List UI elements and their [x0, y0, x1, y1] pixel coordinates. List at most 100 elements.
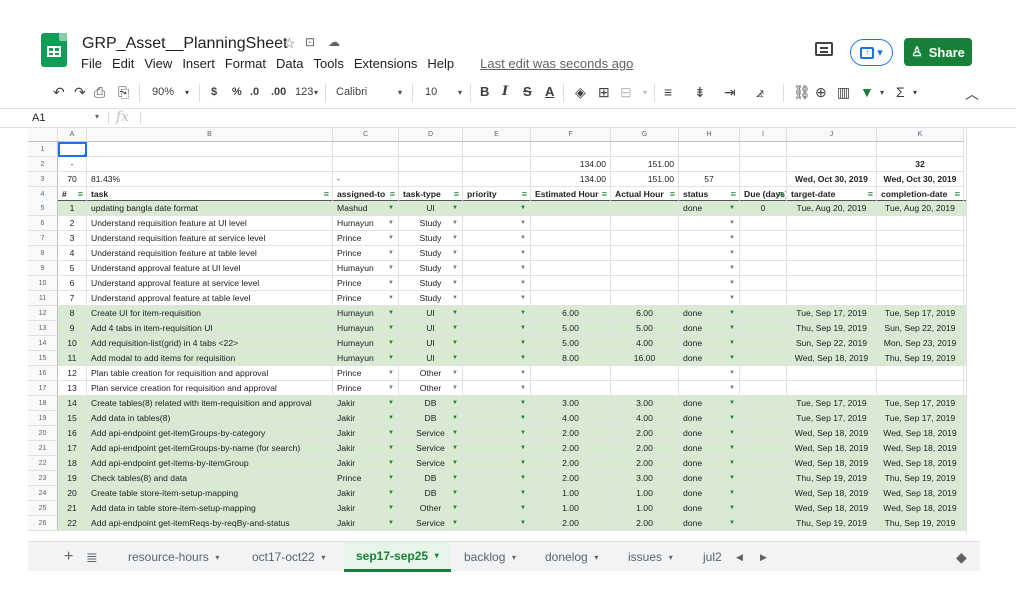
- dropdown-arrow-icon[interactable]: ▼: [388, 250, 394, 256]
- font-size-chevron-icon[interactable]: ▾: [458, 88, 462, 97]
- due-days-cell[interactable]: [740, 411, 787, 426]
- column-header-b[interactable]: B: [87, 128, 333, 142]
- actual-hour-cell[interactable]: 4.00: [611, 411, 679, 426]
- task-number-cell[interactable]: 17: [58, 441, 87, 456]
- dropdown-arrow-icon[interactable]: ▼: [452, 430, 458, 436]
- target-date-cell[interactable]: Tue, Sep 17, 2019: [787, 396, 877, 411]
- menu-data[interactable]: Data: [276, 56, 303, 71]
- functions-icon[interactable]: Σ: [896, 84, 905, 100]
- task-type-cell[interactable]: Service ▼: [399, 441, 463, 456]
- target-date-cell[interactable]: Thu, Sep 19, 2019: [787, 471, 877, 486]
- filter-icon[interactable]: ≡: [731, 189, 736, 199]
- dropdown-arrow-icon[interactable]: ▼: [729, 430, 735, 436]
- row-header[interactable]: 22: [28, 456, 58, 471]
- dropdown-arrow-icon[interactable]: ▼: [452, 280, 458, 286]
- row-header[interactable]: 26: [28, 516, 58, 531]
- font-chevron-icon[interactable]: ▾: [398, 88, 402, 97]
- target-date-cell[interactable]: Wed, Sep 18, 2019: [787, 351, 877, 366]
- font-size-select[interactable]: 10: [425, 86, 437, 98]
- summary-cell[interactable]: 134.00: [531, 172, 611, 187]
- column-header-j[interactable]: J: [787, 128, 877, 142]
- row-header[interactable]: 23: [28, 471, 58, 486]
- target-date-cell[interactable]: [787, 216, 877, 231]
- task-type-cell[interactable]: Other ▼: [399, 381, 463, 396]
- dropdown-arrow-icon[interactable]: ▼: [388, 340, 394, 346]
- column-title-cell[interactable]: target-date ≡: [787, 187, 877, 202]
- priority-cell[interactable]: ▼: [463, 516, 531, 531]
- grid-cell[interactable]: [740, 157, 787, 172]
- task-cell[interactable]: Add api-endpoint get-itemReqs-by-reqBy-a…: [87, 516, 333, 531]
- tab-oct17-oct22[interactable]: oct17-oct22 ▾: [252, 542, 325, 572]
- estimated-hour-cell[interactable]: 8.00: [531, 351, 611, 366]
- column-header-h[interactable]: H: [679, 128, 740, 142]
- dropdown-arrow-icon[interactable]: ▼: [388, 295, 394, 301]
- grid-cell[interactable]: [333, 157, 399, 172]
- priority-cell[interactable]: ▼: [463, 231, 531, 246]
- task-cell[interactable]: Add requisition-list(grid) in 4 tabs <22…: [87, 336, 333, 351]
- task-number-cell[interactable]: 4: [58, 246, 87, 261]
- dropdown-arrow-icon[interactable]: ▼: [729, 355, 735, 361]
- percent-button[interactable]: %: [232, 86, 242, 98]
- spreadsheet-grid[interactable]: A B C D E F G H I J K 1 2 3 4 5 6 7 8 9 10 11 12 13 14 15 16 17 18 19…: [28, 128, 980, 534]
- target-date-cell[interactable]: Thu, Sep 19, 2019: [787, 321, 877, 336]
- dropdown-arrow-icon[interactable]: ▼: [520, 430, 526, 436]
- dropdown-arrow-icon[interactable]: ▼: [388, 475, 394, 481]
- assigned-to-cell[interactable]: Prince ▼: [333, 381, 399, 396]
- task-number-cell[interactable]: 18: [58, 456, 87, 471]
- filter-icon[interactable]: ≡: [670, 189, 675, 199]
- task-type-cell[interactable]: DB ▼: [399, 471, 463, 486]
- summary-cell[interactable]: -: [333, 172, 399, 187]
- completion-date-cell[interactable]: [877, 246, 964, 261]
- insert-link-icon[interactable]: ⛓: [793, 84, 811, 101]
- estimated-hour-cell[interactable]: 2.00: [531, 426, 611, 441]
- grid-cell[interactable]: [87, 142, 333, 157]
- priority-cell[interactable]: ▼: [463, 216, 531, 231]
- zoom-chevron-icon[interactable]: ▾: [185, 88, 189, 97]
- task-type-cell[interactable]: DB ▼: [399, 396, 463, 411]
- actual-hour-cell[interactable]: 4.00: [611, 336, 679, 351]
- target-date-cell[interactable]: Wed, Sep 18, 2019: [787, 501, 877, 516]
- completion-date-cell[interactable]: [877, 291, 964, 306]
- dropdown-arrow-icon[interactable]: ▼: [729, 340, 735, 346]
- column-title-cell[interactable]: Due (days) ≡: [740, 187, 787, 202]
- dropdown-arrow-icon[interactable]: ▼: [520, 220, 526, 226]
- summary-cell[interactable]: 151.00: [611, 172, 679, 187]
- status-cell[interactable]: done ▼: [679, 336, 740, 351]
- dropdown-arrow-icon[interactable]: ▼: [452, 445, 458, 451]
- assigned-to-cell[interactable]: Jakir ▼: [333, 456, 399, 471]
- task-cell[interactable]: Understand requisition feature at UI lev…: [87, 216, 333, 231]
- assigned-to-cell[interactable]: Jakir ▼: [333, 501, 399, 516]
- estimated-hour-cell[interactable]: [531, 201, 611, 216]
- assigned-to-cell[interactable]: Jakir ▼: [333, 426, 399, 441]
- task-number-cell[interactable]: 12: [58, 366, 87, 381]
- number-format-chevron-icon[interactable]: ▾: [314, 88, 318, 97]
- column-header-d[interactable]: D: [399, 128, 463, 142]
- dropdown-arrow-icon[interactable]: ▼: [452, 205, 458, 211]
- task-number-cell[interactable]: 9: [58, 321, 87, 336]
- dropdown-arrow-icon[interactable]: ▼: [388, 430, 394, 436]
- task-cell[interactable]: Understand requisition feature at table …: [87, 246, 333, 261]
- target-date-cell[interactable]: Wed, Sep 18, 2019: [787, 426, 877, 441]
- completion-date-cell[interactable]: [877, 261, 964, 276]
- column-header-k[interactable]: K: [877, 128, 964, 142]
- column-header-f[interactable]: F: [531, 128, 611, 142]
- row-header[interactable]: 6: [28, 216, 58, 231]
- italic-button[interactable]: I: [502, 84, 508, 99]
- decrease-decimal-button[interactable]: .0: [250, 86, 259, 98]
- row-header[interactable]: 24: [28, 486, 58, 501]
- row-header[interactable]: 20: [28, 426, 58, 441]
- assigned-to-cell[interactable]: Humayun ▼: [333, 351, 399, 366]
- task-cell[interactable]: Plan table creation for requisition and …: [87, 366, 333, 381]
- document-title[interactable]: GRP_Asset__PlanningSheet: [82, 35, 287, 53]
- status-cell[interactable]: done ▼: [679, 516, 740, 531]
- due-days-cell[interactable]: [740, 306, 787, 321]
- priority-cell[interactable]: ▼: [463, 471, 531, 486]
- task-cell[interactable]: Create UI for item-requisition: [87, 306, 333, 321]
- due-days-cell[interactable]: [740, 501, 787, 516]
- assigned-to-cell[interactable]: Humayun ▼: [333, 261, 399, 276]
- task-cell[interactable]: Create table store-item-setup-mapping: [87, 486, 333, 501]
- summary-cell[interactable]: 151.00: [611, 157, 679, 172]
- collapse-toolbar-icon[interactable]: ︿: [965, 84, 979, 104]
- actual-hour-cell[interactable]: [611, 201, 679, 216]
- dropdown-arrow-icon[interactable]: ▼: [452, 220, 458, 226]
